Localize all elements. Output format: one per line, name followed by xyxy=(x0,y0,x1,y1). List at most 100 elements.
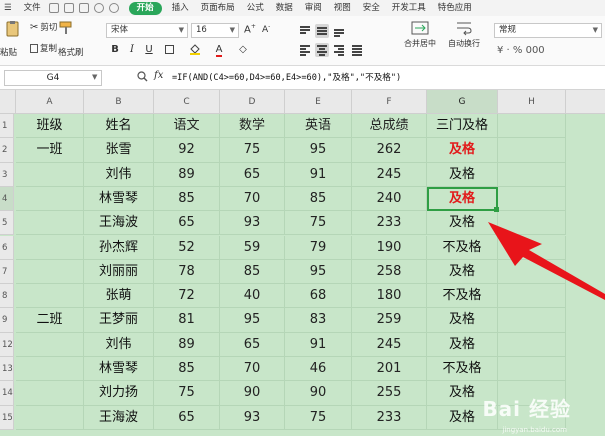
column-header-next[interactable] xyxy=(566,90,605,114)
column-header-b[interactable]: B xyxy=(84,90,154,114)
table-cell[interactable]: 不及格 xyxy=(427,235,498,260)
font-size-select[interactable]: 16 ▼ xyxy=(191,23,239,38)
column-header-g[interactable]: G xyxy=(427,90,498,114)
table-cell[interactable]: 65 xyxy=(220,162,285,187)
zoom-icon[interactable] xyxy=(137,71,148,82)
row-header[interactable]: 13 xyxy=(0,357,14,382)
column-header-c[interactable]: C xyxy=(154,90,220,114)
font-color-button[interactable]: A xyxy=(212,43,226,57)
save-icon[interactable] xyxy=(48,3,59,13)
menu-button[interactable]: ☰ xyxy=(0,0,18,16)
table-cell[interactable]: 及格 xyxy=(427,162,498,187)
table-cell[interactable] xyxy=(16,162,84,187)
header-cell[interactable]: 总成绩 xyxy=(352,114,427,139)
table-cell[interactable]: 及格 xyxy=(427,138,498,163)
table-cell[interactable] xyxy=(16,405,84,430)
table-cell[interactable]: 95 xyxy=(220,308,285,333)
table-cell[interactable]: 91 xyxy=(285,162,352,187)
table-cell[interactable] xyxy=(498,284,566,309)
table-cell[interactable] xyxy=(498,186,566,212)
table-cell[interactable]: 王海波 xyxy=(84,211,154,236)
header-cell[interactable]: 班级 xyxy=(16,114,84,139)
table-cell[interactable]: 70 xyxy=(220,357,285,382)
table-cell[interactable] xyxy=(16,259,84,285)
table-cell[interactable]: 刘丽丽 xyxy=(84,259,154,285)
table-cell[interactable] xyxy=(16,284,84,309)
align-top-button[interactable] xyxy=(298,24,312,38)
table-cell[interactable]: 46 xyxy=(285,357,352,382)
table-cell[interactable]: 83 xyxy=(285,308,352,333)
table-cell[interactable] xyxy=(498,308,566,333)
table-cell[interactable]: 王海波 xyxy=(84,405,154,430)
table-cell[interactable]: 75 xyxy=(220,138,285,163)
table-cell[interactable] xyxy=(498,211,566,236)
table-cell[interactable]: 刘伟 xyxy=(84,332,154,357)
table-cell[interactable]: 72 xyxy=(154,284,220,309)
align-middle-button[interactable] xyxy=(315,24,329,38)
align-bottom-button[interactable] xyxy=(332,24,346,38)
undo-icon[interactable] xyxy=(93,3,104,13)
row-header[interactable]: 15 xyxy=(0,405,14,430)
header-cell[interactable]: 姓名 xyxy=(84,114,154,139)
header-cell[interactable]: 英语 xyxy=(285,114,352,139)
table-cell[interactable] xyxy=(498,357,566,382)
table-cell[interactable]: 65 xyxy=(154,405,220,430)
table-cell[interactable] xyxy=(16,186,84,212)
table-cell[interactable]: 65 xyxy=(154,211,220,236)
tab-6[interactable]: 视图 xyxy=(328,0,357,16)
header-cell[interactable]: 三门及格 xyxy=(427,114,498,139)
align-left-button[interactable] xyxy=(298,43,312,57)
table-cell[interactable]: 89 xyxy=(154,162,220,187)
column-header-h[interactable]: H xyxy=(498,90,566,114)
table-cell[interactable]: 79 xyxy=(285,235,352,260)
table-cell[interactable]: 93 xyxy=(220,211,285,236)
table-cell[interactable]: 255 xyxy=(352,381,427,406)
table-cell[interactable]: 孙杰辉 xyxy=(84,235,154,260)
table-cell[interactable]: 52 xyxy=(154,235,220,260)
column-header-f[interactable]: F xyxy=(352,90,427,114)
table-cell[interactable]: 85 xyxy=(285,186,352,212)
table-cell[interactable]: 65 xyxy=(220,332,285,357)
copy-button[interactable]: 复制 xyxy=(30,42,57,54)
table-cell[interactable]: 85 xyxy=(154,357,220,382)
border-button[interactable] xyxy=(162,43,176,57)
table-cell[interactable]: 180 xyxy=(352,284,427,309)
row-header[interactable]: 8 xyxy=(0,284,14,309)
table-cell[interactable]: 91 xyxy=(285,332,352,357)
italic-button[interactable]: I xyxy=(125,43,139,57)
table-cell[interactable]: 81 xyxy=(154,308,220,333)
justify-button[interactable] xyxy=(350,43,364,57)
table-cell[interactable]: 59 xyxy=(220,235,285,260)
table-cell[interactable] xyxy=(16,357,84,382)
table-cell[interactable]: 245 xyxy=(352,162,427,187)
formula-input[interactable]: =IF(AND(C4>=60,D4>=60,E4>=60),"及格","不及格"… xyxy=(172,71,401,83)
table-cell[interactable]: 二班 xyxy=(16,308,84,333)
table-cell[interactable]: 245 xyxy=(352,332,427,357)
table-cell[interactable] xyxy=(498,259,566,285)
header-cell[interactable] xyxy=(498,114,566,139)
table-cell[interactable]: 70 xyxy=(220,186,285,212)
row-header[interactable]: 4 xyxy=(0,186,14,212)
row-header[interactable]: 5 xyxy=(0,211,14,236)
fill-color-button[interactable] xyxy=(188,43,202,57)
wrap-text-button[interactable]: 自动换行 xyxy=(444,20,484,49)
table-cell[interactable]: 及格 xyxy=(427,211,498,236)
table-cell[interactable] xyxy=(16,211,84,236)
table-cell[interactable]: 王梦丽 xyxy=(84,308,154,333)
table-cell[interactable]: 262 xyxy=(352,138,427,163)
fx-icon[interactable]: fx xyxy=(154,70,163,81)
table-cell[interactable] xyxy=(498,332,566,357)
increase-font-button[interactable]: A+ xyxy=(244,23,256,35)
font-name-select[interactable]: 宋体 ▼ xyxy=(106,23,188,38)
currency-button[interactable]: ¥ · % 000 xyxy=(497,45,545,56)
row-header[interactable]: 7 xyxy=(0,259,14,285)
redo-icon[interactable] xyxy=(108,3,119,13)
tab-8[interactable]: 开发工具 xyxy=(386,0,432,16)
format-painter-button[interactable] xyxy=(58,20,76,36)
table-cell[interactable]: 75 xyxy=(285,405,352,430)
table-cell[interactable]: 68 xyxy=(285,284,352,309)
align-center-button[interactable] xyxy=(315,43,329,57)
header-cell[interactable]: 语文 xyxy=(154,114,220,139)
tab-7[interactable]: 安全 xyxy=(357,0,386,16)
table-cell[interactable]: 90 xyxy=(220,381,285,406)
